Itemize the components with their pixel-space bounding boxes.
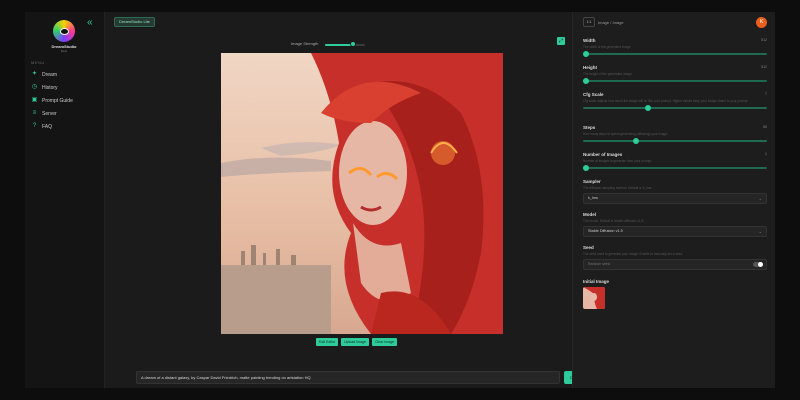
chevron-down-icon: ⌄ xyxy=(758,196,762,201)
seed-desc: The seed used to generate your image. En… xyxy=(583,252,684,256)
sampler-control: Sampler The diffusion sampling method. D… xyxy=(583,179,767,204)
cfg-scale-slider[interactable] xyxy=(583,105,767,111)
cfg-scale-desc: Cfg scale adjusts how much the image wil… xyxy=(583,99,749,103)
initial-image-control: Initial Image xyxy=(583,279,767,309)
brand: DreamStudio Beta xyxy=(39,20,89,53)
question-icon: ? xyxy=(32,123,37,129)
steps-desc: How many steps to spend generating (diff… xyxy=(583,132,668,136)
expand-icon[interactable]: ⤢ xyxy=(557,37,565,45)
steps-label: Steps xyxy=(583,125,596,130)
sampler-desc: The diffusion sampling method. Default i… xyxy=(583,186,653,190)
chevron-down-icon: ⌄ xyxy=(758,229,762,234)
app-window: DreamStudio Beta « MENU ✦ Dream ◷ Histor… xyxy=(25,12,775,388)
seed-toggle-knob xyxy=(758,262,763,267)
number-of-images-control: Number of Images 1 Number of images to g… xyxy=(583,152,767,171)
steps-control: Steps 50 How many steps to spend generat… xyxy=(583,125,767,144)
logo xyxy=(53,20,75,42)
main-canvas: DreamStudio Lite Image Strength ⤢ Edit E… xyxy=(105,12,588,388)
model-selected: Stable Diffusion v1.5 xyxy=(588,229,623,233)
sidebar: DreamStudio Beta « MENU ✦ Dream ◷ Histor… xyxy=(25,12,105,388)
height-desc: The height of the generated image xyxy=(583,72,632,76)
sidebar-menu: ✦ Dream ◷ History ▣ Prompt Guide ≡ Serve… xyxy=(31,68,103,133)
initial-image-label: Initial Image xyxy=(583,279,610,284)
aspect-toggle[interactable]: 1:1 xyxy=(583,17,595,27)
seed-toggle[interactable] xyxy=(753,262,763,267)
collapse-sidebar-icon[interactable]: « xyxy=(87,17,93,28)
initial-image-thumbnail[interactable] xyxy=(583,287,605,309)
number-of-images-value: 1 xyxy=(765,152,767,156)
cfg-scale-label: Cfg Scale xyxy=(583,92,604,97)
slider-handle[interactable] xyxy=(583,78,589,84)
sidebar-item-dream[interactable]: ✦ Dream xyxy=(31,68,103,81)
sidebar-item-label: Dream xyxy=(42,71,58,78)
sidebar-item-history[interactable]: ◷ History xyxy=(31,81,103,94)
height-control: Height 512 The height of the generated i… xyxy=(583,65,767,84)
width-slider[interactable] xyxy=(583,51,767,57)
seed-label: Seed xyxy=(583,245,594,250)
sidebar-item-label: FAQ xyxy=(42,123,53,130)
image-strength-handle[interactable] xyxy=(350,41,356,47)
settings-panel: 1:1 Image / Image K Width 512 The width … xyxy=(572,12,775,388)
app-tag: DreamStudio Lite xyxy=(114,17,155,27)
image-actions: Edit Editor Upload Image Clear Image xyxy=(316,338,398,346)
edit-editor-button[interactable]: Edit Editor xyxy=(316,338,339,346)
logo-eye-icon xyxy=(59,27,69,35)
image-guide-icon: ▣ xyxy=(31,97,38,103)
prompt-input[interactable]: A dream of a distant galaxy, by Caspar D… xyxy=(136,371,560,384)
model-desc: The model. Default is 'stable-diffusion-… xyxy=(583,219,645,223)
seed-placeholder: Random seed xyxy=(588,262,610,266)
width-control: Width 512 The width of the generated ima… xyxy=(583,38,767,57)
sidebar-item-prompt-guide[interactable]: ▣ Prompt Guide xyxy=(31,94,103,107)
number-of-images-label: Number of Images xyxy=(583,152,623,157)
slider-handle[interactable] xyxy=(632,138,639,144)
slider-handle[interactable] xyxy=(583,51,589,57)
image-strength-label: Image Strength xyxy=(291,41,319,46)
seed-control: Seed The seed used to generate your imag… xyxy=(583,245,767,270)
steps-slider[interactable] xyxy=(583,138,767,144)
model-control: Model The model. Default is 'stable-diff… xyxy=(583,212,767,237)
upload-image-button[interactable]: Upload Image xyxy=(341,338,369,346)
number-of-images-desc: Number of images to generate from your p… xyxy=(583,159,653,163)
slider-track xyxy=(583,80,767,82)
server-icon: ≡ xyxy=(32,110,37,116)
cfg-scale-value: 7 xyxy=(765,92,767,96)
slider-track xyxy=(583,167,767,169)
width-desc: The width of the generated image xyxy=(583,45,631,49)
brand-subtitle: Beta xyxy=(60,49,68,53)
sidebar-item-label: History xyxy=(42,84,58,91)
sidebar-item-label: Prompt Guide xyxy=(42,97,73,104)
sampler-label: Sampler xyxy=(583,179,601,184)
sparkle-icon: ✦ xyxy=(31,71,38,77)
sampler-selected: k_lms xyxy=(588,196,598,200)
height-label: Height xyxy=(583,65,597,70)
steps-value: 50 xyxy=(763,125,767,129)
clear-image-button[interactable]: Clear Image xyxy=(371,338,398,346)
number-of-images-slider[interactable] xyxy=(583,165,767,171)
height-slider[interactable] xyxy=(583,78,767,84)
slider-track xyxy=(583,53,767,55)
generated-image xyxy=(221,53,503,334)
sidebar-item-server[interactable]: ≡ Server xyxy=(31,107,103,120)
slider-track xyxy=(583,140,767,142)
menu-heading: MENU xyxy=(31,60,45,65)
image-strength-fill xyxy=(325,44,353,46)
seed-input[interactable]: Random seed xyxy=(583,259,767,270)
slider-track xyxy=(583,107,767,109)
slider-handle[interactable] xyxy=(645,105,652,111)
history-icon: ◷ xyxy=(31,84,38,90)
width-value: 512 xyxy=(761,38,767,42)
mode-toggle-row: 1:1 Image / Image xyxy=(583,17,624,27)
mode-label: Image / Image xyxy=(598,19,624,25)
sidebar-item-faq[interactable]: ? FAQ xyxy=(31,120,103,133)
model-label: Model xyxy=(583,212,596,217)
cfg-scale-control: Cfg Scale 7 Cfg scale adjusts how much t… xyxy=(583,92,767,111)
slider-handle[interactable] xyxy=(583,165,589,171)
model-select[interactable]: Stable Diffusion v1.5 ⌄ xyxy=(583,226,767,237)
sidebar-item-label: Server xyxy=(42,110,57,117)
width-label: Width xyxy=(583,38,596,43)
image-strength-slider[interactable] xyxy=(325,44,365,46)
avatar[interactable]: K xyxy=(756,17,767,28)
height-value: 512 xyxy=(761,65,767,69)
sampler-select[interactable]: k_lms ⌄ xyxy=(583,193,767,204)
